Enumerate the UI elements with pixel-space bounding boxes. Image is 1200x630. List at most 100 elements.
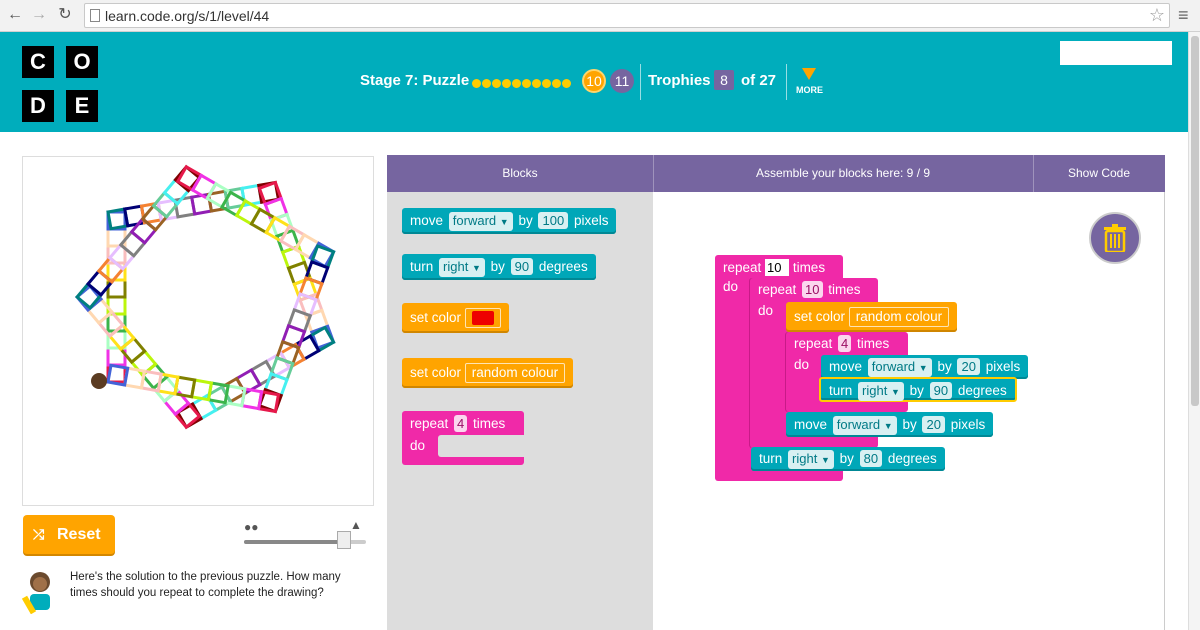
toolbox-move-block[interactable]: move forward ▼ by 100 pixels	[402, 208, 617, 234]
code-logo[interactable]: C O D E	[22, 46, 98, 122]
block-text: turn	[829, 383, 853, 398]
block-text: move	[829, 359, 863, 374]
random-colour-slot[interactable]: random colour	[848, 307, 950, 327]
block-text: pixels	[985, 359, 1021, 374]
block-text: times	[857, 336, 890, 351]
block-text: degrees	[538, 259, 588, 274]
toolbox-set-color-block[interactable]: set color	[402, 303, 509, 333]
more-button[interactable]: MORE	[796, 85, 823, 95]
logo-letter: C	[22, 46, 54, 78]
forward-arrow-icon[interactable]: →	[30, 6, 48, 24]
level-dot[interactable]	[542, 79, 551, 89]
repeat-count-input[interactable]: 10	[802, 281, 823, 298]
site-header: C O D E Stage 7: Puzzle 10 11 Trophies 8…	[0, 32, 1188, 132]
bookmark-star-icon[interactable]: ☆	[1149, 5, 1165, 26]
number-field[interactable]: 90	[510, 258, 534, 275]
show-code-button[interactable]: Show Code	[1033, 155, 1165, 192]
block-text: set color	[410, 365, 462, 380]
logo-letter: O	[66, 46, 98, 78]
direction-dropdown[interactable]: right ▼	[439, 258, 485, 277]
level-dot[interactable]	[482, 79, 491, 89]
level-dot[interactable]	[532, 79, 541, 89]
level-dot[interactable]	[512, 79, 521, 89]
color-picker[interactable]	[464, 308, 501, 328]
direction-dropdown[interactable]: right ▼	[858, 382, 904, 401]
drawn-square	[107, 322, 136, 352]
dropdown-value: right	[443, 259, 469, 274]
do-label: do	[794, 357, 810, 372]
current-level-bubble[interactable]: 10	[582, 69, 606, 93]
number-field[interactable]: 80	[859, 450, 883, 467]
level-dot[interactable]	[502, 79, 511, 89]
direction-dropdown[interactable]: forward ▼	[448, 212, 513, 231]
level-progress-dots[interactable]	[472, 75, 572, 89]
reset-label: Reset	[57, 526, 101, 543]
block-text: move	[794, 417, 828, 432]
block-text: by	[518, 213, 533, 228]
stage-title[interactable]: Stage 7: Puzzle	[360, 72, 469, 89]
program-set-color-block[interactable]: set color random colour	[786, 302, 958, 332]
random-colour-slot[interactable]: random colour	[464, 363, 566, 383]
block-text: degrees	[957, 383, 1007, 398]
trash-button[interactable]	[1089, 212, 1141, 264]
reset-button[interactable]: ⤮ Reset	[23, 515, 115, 554]
repeat-count-input[interactable]: 4	[838, 335, 852, 352]
program-turn-block-2[interactable]: turn right ▼ by 80 degrees	[751, 447, 945, 471]
number-field[interactable]: 20	[922, 416, 945, 433]
artist-sprite	[91, 373, 107, 389]
block-text: repeat	[758, 282, 797, 297]
scrollbar-thumb[interactable]	[1191, 36, 1199, 406]
direction-dropdown[interactable]: forward ▼	[867, 358, 932, 377]
color-swatch	[471, 311, 494, 326]
repeat-slot	[438, 435, 524, 457]
dropdown-value: right	[862, 383, 888, 398]
page-scrollbar[interactable]	[1188, 32, 1200, 630]
number-field[interactable]: 90	[929, 382, 953, 399]
more-arrow-icon[interactable]	[802, 68, 816, 80]
level-dot[interactable]	[562, 79, 571, 89]
turtle-icon: ●●	[244, 520, 259, 534]
program-move-block[interactable]: move forward ▼ by 20 pixels	[821, 355, 1029, 379]
block-text: times	[473, 416, 506, 431]
block-text: set color	[410, 310, 462, 325]
block-text: turn	[759, 451, 783, 466]
level-dot[interactable]	[552, 79, 561, 89]
level-dot[interactable]	[472, 79, 481, 89]
toolbox-set-random-color-block[interactable]: set color random colour	[402, 358, 574, 388]
address-bar[interactable]: learn.code.org/s/1/level/44 ☆	[84, 3, 1170, 28]
browser-menu-icon[interactable]: ≡	[1178, 5, 1189, 26]
speed-slider-thumb[interactable]	[337, 531, 352, 549]
block-text: times	[792, 260, 826, 275]
url-text: learn.code.org/s/1/level/44	[105, 8, 270, 24]
user-signin-box[interactable]	[1060, 41, 1172, 65]
chevron-down-icon: ▼	[883, 421, 893, 431]
inner-repeat-header: repeat 10 times	[758, 278, 861, 302]
block-text: pixels	[573, 213, 609, 228]
direction-dropdown[interactable]: right ▼	[788, 450, 834, 469]
dropdown-value: forward	[836, 417, 881, 432]
logo-letter: E	[66, 90, 98, 122]
rabbit-icon: ▲	[350, 518, 362, 532]
number-field[interactable]: 20	[957, 358, 980, 375]
level-dot[interactable]	[522, 79, 531, 89]
reload-icon[interactable]: ↻	[56, 6, 74, 24]
toolbox-repeat-block[interactable]: repeat 4 times do	[402, 411, 524, 465]
block-text: pixels	[950, 417, 986, 432]
trophies-total: of 27	[741, 72, 777, 89]
program-turn-block-selected[interactable]: turn right ▼ by 90 degrees	[819, 377, 1017, 402]
block-text: repeat	[723, 260, 762, 275]
block-text: by	[902, 417, 917, 432]
back-arrow-icon[interactable]: ←	[6, 6, 24, 24]
next-level-bubble[interactable]: 11	[610, 69, 634, 93]
direction-dropdown[interactable]: forward ▼	[832, 416, 897, 435]
instructions-text: Here's the solution to the previous puzz…	[70, 571, 341, 599]
number-field[interactable]: 100	[538, 212, 569, 229]
number-field[interactable]: 4	[454, 415, 468, 432]
chevron-down-icon: ▼	[890, 387, 900, 397]
toolbox-turn-block[interactable]: turn right ▼ by 90 degrees	[402, 254, 596, 280]
repeat-count-input[interactable]: 10	[765, 259, 790, 276]
block-text: by	[490, 259, 505, 274]
square-repeat-header: repeat 4 times	[794, 332, 889, 356]
program-move-block-2[interactable]: move forward ▼ by 20 pixels	[786, 412, 994, 437]
level-dot[interactable]	[492, 79, 501, 89]
